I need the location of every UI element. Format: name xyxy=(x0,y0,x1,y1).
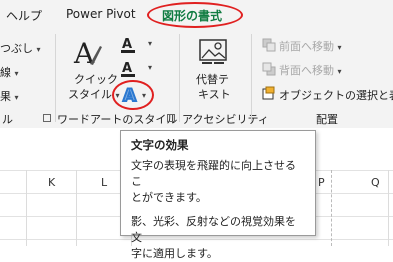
column-header-l[interactable]: L xyxy=(101,176,107,198)
group-divider xyxy=(251,34,252,122)
ribbon-tab-strip: ヘルプ Power Pivot 図形の書式 xyxy=(0,0,393,30)
grid-col-line xyxy=(26,170,27,246)
wordart-launcher-icon[interactable] xyxy=(167,114,175,122)
arrange-group-label: 配置 xyxy=(316,113,338,126)
column-header-k[interactable]: K xyxy=(48,176,55,198)
tab-highlight-ring xyxy=(147,2,243,28)
tab-help[interactable]: ヘルプ xyxy=(6,7,42,24)
svg-text:▾: ▾ xyxy=(148,39,152,48)
send-backward-icon xyxy=(262,62,276,76)
alt-text-label-1: 代替テ xyxy=(196,73,229,86)
page-break-line xyxy=(331,170,333,246)
svg-text:A: A xyxy=(122,37,132,52)
shape-effects-button[interactable]: 果 ▾ xyxy=(0,88,19,104)
grid-col-line xyxy=(388,170,389,246)
group-divider xyxy=(55,34,56,122)
group-divider xyxy=(179,34,180,122)
bring-forward-icon xyxy=(262,38,276,52)
grid-col-line xyxy=(76,170,77,246)
selection-pane-button[interactable]: オブジェクトの選択と表示 xyxy=(279,87,393,103)
accessibility-group-label: アクセシビリティ xyxy=(182,113,269,126)
quick-styles-icon[interactable]: A xyxy=(72,36,106,70)
svg-text:▾: ▾ xyxy=(148,63,152,72)
shape-outline-button[interactable]: 線 ▾ xyxy=(0,64,19,80)
tooltip-desc-3: 影、光彩、反射などの視覚効果を文 xyxy=(131,215,296,244)
tooltip-desc-4: 字に適用します。 xyxy=(131,247,218,260)
shape-styles-group-label: ル xyxy=(2,113,13,126)
tooltip-desc-1: 文字の表現を飛躍的に向上させるこ xyxy=(131,159,296,188)
tooltip-title: 文字の効果 xyxy=(131,138,189,152)
shape-fill-button[interactable]: つぶし ▾ xyxy=(0,40,41,56)
shape-styles-launcher-icon[interactable] xyxy=(43,114,51,122)
svg-text:A: A xyxy=(73,37,95,70)
column-header-p[interactable]: P xyxy=(318,176,325,198)
wordart-group-label: ワードアートのスタイル xyxy=(57,113,178,126)
text-outline-button[interactable]: A ▾ xyxy=(120,60,156,78)
alt-text-label-2: キスト xyxy=(198,88,231,101)
svg-text:A: A xyxy=(122,61,132,76)
tab-power-pivot[interactable]: Power Pivot xyxy=(66,7,136,21)
tooltip-desc-2: とができます。 xyxy=(131,191,207,204)
column-header-q[interactable]: Q xyxy=(371,176,380,198)
quick-styles-label-1: クイック xyxy=(74,73,118,86)
send-backward-button[interactable]: 背面へ移動 ▾ xyxy=(279,62,342,78)
text-effects-tooltip: 文字の効果 文字の表現を飛躍的に向上させるこ とができます。 影、光彩、反射など… xyxy=(120,130,316,260)
text-fill-button[interactable]: A ▾ xyxy=(120,36,156,54)
bring-forward-button[interactable]: 前面へ移動 ▾ xyxy=(279,38,342,54)
text-effects-highlight-ring xyxy=(112,80,154,110)
alt-text-icon[interactable] xyxy=(198,38,230,68)
selection-pane-icon xyxy=(262,86,276,100)
